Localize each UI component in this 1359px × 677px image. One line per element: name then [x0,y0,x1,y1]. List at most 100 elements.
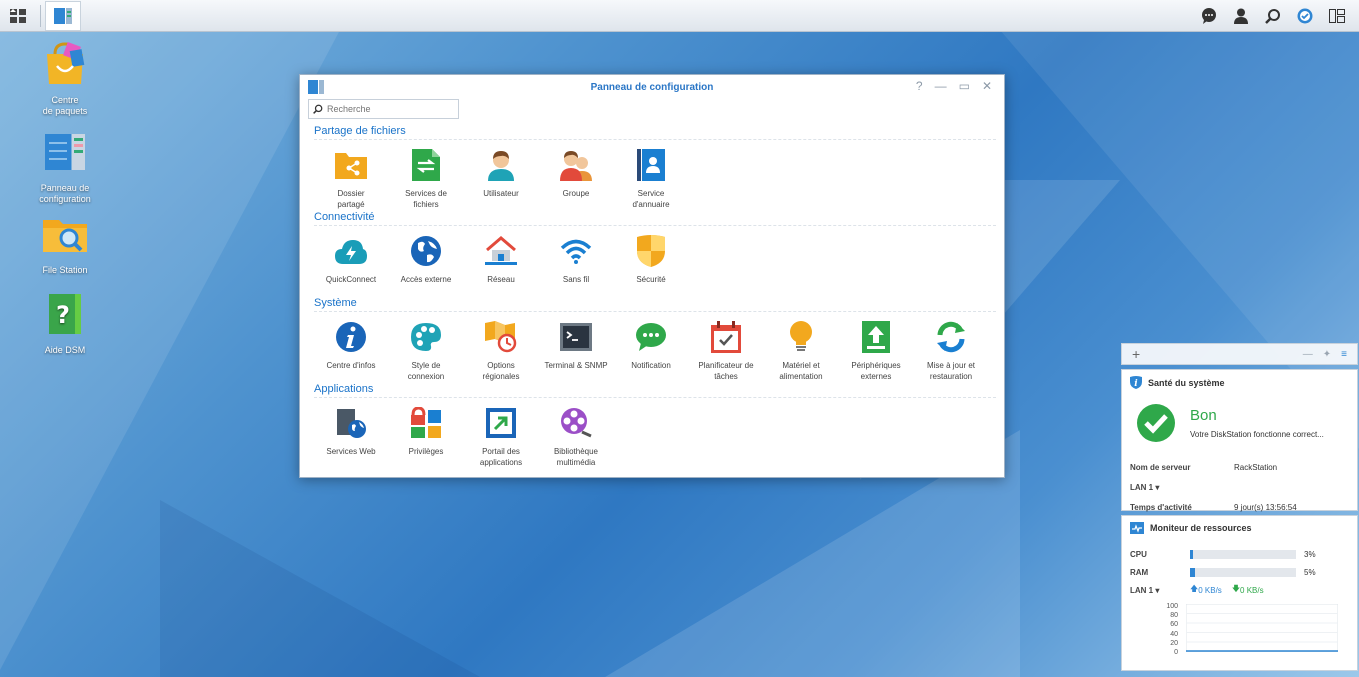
item-application-portal[interactable]: Portail des applications [464,398,538,468]
item-update-restore[interactable]: Mise à jour et restauration [914,312,988,382]
health-ok-icon [1137,404,1175,442]
cpu-bar [1190,549,1296,559]
item-label: Matériel et [782,361,820,370]
section-applications: Applications Services Web Privilèges Por… [314,383,996,468]
item-privileges[interactable]: Privilèges [389,398,463,468]
item-label: Centre d'infos [326,361,376,370]
widgets-icon [1329,8,1345,23]
item-label: Réseau [487,275,515,284]
shield-icon [637,235,665,267]
item-label: Utilisateur [483,189,519,198]
download-rate: 0 KB/s [1240,585,1264,595]
minimize-widgets-icon[interactable]: — [1303,349,1313,360]
item-info-center[interactable]: Centre d'infos [314,312,388,382]
main-menu-button[interactable] [0,0,36,32]
section-system: Système Centre d'infos Style de connexio… [314,297,996,382]
network-chart-plot [1186,604,1338,652]
desktop-icon-label: configuration [39,194,91,204]
item-label: QuickConnect [325,275,377,284]
shared-folder-icon [335,153,367,179]
item-network[interactable]: Réseau [464,226,538,285]
section-title: Applications [314,383,996,398]
item-terminal-snmp[interactable]: Terminal & SNMP [539,312,613,382]
item-login-style[interactable]: Style de connexion [389,312,463,382]
maximize-button[interactable]: ▭ [959,80,970,92]
item-label: Sans fil [562,275,590,284]
control-panel-icon [54,7,72,24]
minimize-button[interactable]: — [935,80,947,92]
item-security[interactable]: Sécurité [614,226,688,285]
desktop-icon-label: Panneau de [40,183,90,193]
external-device-icon [862,321,890,353]
item-label: d'annuaire [632,200,670,209]
item-user[interactable]: Utilisateur [464,140,538,210]
privileges-icon [411,407,441,438]
item-label: Options [487,361,515,370]
widgets-toggle-button[interactable] [1323,0,1351,32]
add-widget-button[interactable]: + [1132,346,1140,362]
desktop-icon-control-panel[interactable]: Panneau de configuration [30,128,100,205]
item-external-access[interactable]: Accès externe [389,226,463,285]
item-group[interactable]: Groupe [539,140,613,210]
taskbar-control-panel-button[interactable] [45,0,81,31]
y-tick: 100 [1166,603,1178,610]
item-label: Planificateur de [698,361,754,370]
item-external-devices[interactable]: Périphériques externes [839,312,913,382]
window-title: Panneau de configuration [590,81,714,93]
application-portal-icon [486,408,516,438]
status-check-icon [1297,8,1313,23]
search-box[interactable] [308,99,459,119]
lan-selector[interactable]: LAN 1 ▾ [1130,586,1190,595]
status-button[interactable] [1291,0,1319,32]
film-reel-icon [561,408,592,438]
help-book-icon: ? [49,294,81,334]
item-quickconnect[interactable]: QuickConnect [314,226,388,285]
user-icon [488,151,514,181]
item-label: Style de [411,361,441,370]
terminal-icon [560,323,592,351]
item-label: Terminal & SNMP [544,361,608,370]
health-status: Bon [1190,407,1217,424]
desktop-icon-package-center[interactable]: Centre de paquets [30,40,100,117]
section-title: Connectivité [314,211,996,226]
item-label: Portail des [482,447,520,456]
network-chart: 100 80 60 40 20 0 [1130,602,1349,657]
desktop-icon-file-station[interactable]: File Station [30,210,100,276]
item-web-services[interactable]: Services Web [314,398,388,468]
collapse-widgets-icon[interactable]: ≡ [1341,349,1347,360]
search-icon [1265,8,1280,24]
lan-selector[interactable]: LAN 1 ▾ [1130,483,1234,492]
search-input[interactable] [327,104,447,114]
regional-options-icon [485,321,517,353]
grid-menu-icon [10,8,26,23]
info-icon [336,322,366,352]
web-services-icon [337,409,366,438]
taskbar [0,0,1359,32]
window-titlebar[interactable]: Panneau de configuration ? — ▭ ✕ [300,75,1004,99]
close-button[interactable]: ✕ [982,80,992,92]
y-tick: 0 [1174,649,1178,657]
item-hardware-power[interactable]: Matériel et alimentation [764,312,838,382]
search-icon [313,104,323,114]
item-label: applications [479,458,523,467]
user-menu-button[interactable] [1227,0,1255,32]
search-button[interactable] [1259,0,1287,32]
widgets-header: + — ✦ ≡ [1121,343,1358,365]
item-regional-options[interactable]: Options régionales [464,312,538,382]
item-file-services[interactable]: Services de fichiers [389,140,463,210]
system-health-widget: i Santé du système Bon Votre DiskStation… [1121,369,1358,512]
help-button[interactable]: ? [916,80,923,92]
item-task-scheduler[interactable]: Planificateur de tâches [689,312,763,382]
item-media-library[interactable]: Bibliothèque multimédia [539,398,613,468]
messages-button[interactable] [1195,0,1223,32]
pin-icon[interactable]: ✦ [1323,349,1331,360]
item-label: Périphériques [851,361,901,370]
item-directory-service[interactable]: Service d'annuaire [614,140,688,210]
desktop-icon-dsm-help[interactable]: ? Aide DSM [30,290,100,356]
item-notification[interactable]: Notification [614,312,688,382]
server-name-label: Nom de serveur [1130,462,1191,472]
item-wireless[interactable]: Sans fil [539,226,613,285]
control-panel-window: Panneau de configuration ? — ▭ ✕ Partage… [299,74,1005,478]
notification-icon [636,323,666,351]
item-shared-folder[interactable]: Dossier partagé [314,140,388,210]
